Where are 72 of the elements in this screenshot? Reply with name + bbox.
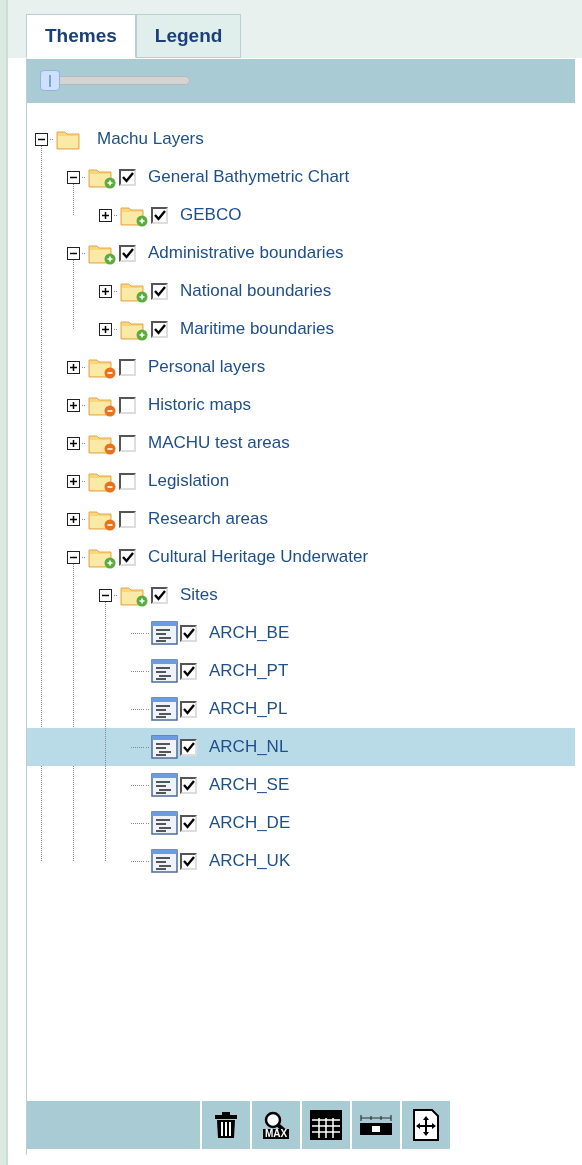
tree-node-label[interactable]: Legislation [148,468,230,494]
tree-node-label[interactable]: General Bathymetric Chart [148,164,350,190]
checkbox[interactable] [180,624,197,642]
checkbox[interactable] [151,320,168,338]
checkbox[interactable] [151,282,168,300]
expand-icon[interactable] [67,360,80,374]
layer-icon [151,621,178,645]
tree-node-label[interactable]: ARCH_SE [209,772,290,798]
table-icon [310,1110,342,1140]
tree-node-label[interactable]: Historic maps [148,392,251,418]
layer-icon [151,811,178,835]
scale-bar-icon [360,1113,392,1137]
tree-node-label[interactable]: Maritime boundaries [180,316,334,342]
tab[interactable]: Themes [26,14,136,58]
collapse-icon[interactable] [67,246,80,260]
expand-icon[interactable] [99,208,112,222]
trash-icon [214,1111,238,1139]
tree-node-label[interactable]: ARCH_DE [209,810,291,836]
checkbox[interactable] [180,852,197,870]
checkbox[interactable] [180,814,197,832]
layer-icon [151,773,178,797]
tree-node-label[interactable]: Machu Layers [97,126,204,152]
checkbox[interactable] [180,738,197,756]
tree-node-label[interactable]: Cultural Heritage Underwater [148,544,369,570]
layer-icon [151,697,178,721]
expand-icon[interactable] [67,474,80,488]
expand-icon[interactable] [99,322,112,336]
slider-thumb[interactable] [40,70,60,91]
expand-icon[interactable] [67,512,80,526]
checkbox[interactable] [119,510,136,528]
pan-document-button[interactable] [402,1101,450,1149]
layer-icon [151,659,178,683]
checkbox[interactable] [119,548,136,566]
tree-node-label[interactable]: MACHU test areas [148,430,290,456]
tree-node-label[interactable]: Administrative boundaries [148,240,344,266]
checkbox[interactable] [119,244,136,262]
tree-node-label[interactable]: GEBCO [180,202,242,228]
collapse-icon[interactable] [67,550,80,564]
checkbox[interactable] [119,396,136,414]
tree-node-label[interactable]: ARCH_PL [209,696,288,722]
tree-node-label[interactable]: Personal layers [148,354,266,380]
checkbox[interactable] [151,206,168,224]
tree-node-label[interactable]: Research areas [148,506,268,532]
tab[interactable]: Legend [135,14,242,58]
layer-icon [151,735,178,759]
scale-bar-button[interactable] [352,1101,400,1149]
tree-node-label[interactable]: National boundaries [180,278,332,304]
tree-node-label[interactable]: ARCH_NL [209,734,289,760]
slider-track[interactable] [40,70,190,92]
collapse-icon[interactable] [99,588,112,602]
checkbox[interactable] [180,662,197,680]
expand-icon[interactable] [67,398,80,412]
tree-node-label[interactable]: Sites [180,582,218,608]
checkbox[interactable] [119,434,136,452]
checkbox[interactable] [119,472,136,490]
checkbox[interactable] [151,586,168,604]
checkbox[interactable] [119,168,136,186]
document-move-icon [413,1109,439,1141]
tree-node-label[interactable]: ARCH_UK [209,848,291,874]
checkbox[interactable] [180,700,197,718]
expand-icon[interactable] [99,284,112,298]
tree-node-label[interactable]: ARCH_BE [209,620,290,646]
delete-button[interactable] [202,1101,250,1149]
table-button[interactable] [302,1101,350,1149]
collapse-icon[interactable] [67,170,80,184]
collapse-icon[interactable] [35,132,48,146]
tree-node-label[interactable]: ARCH_PT [209,658,289,684]
checkbox[interactable] [180,776,197,794]
checkbox[interactable] [119,358,136,376]
expand-icon[interactable] [67,436,80,450]
zoom-max-button[interactable]: MAX [252,1101,300,1149]
layer-icon [151,849,178,873]
